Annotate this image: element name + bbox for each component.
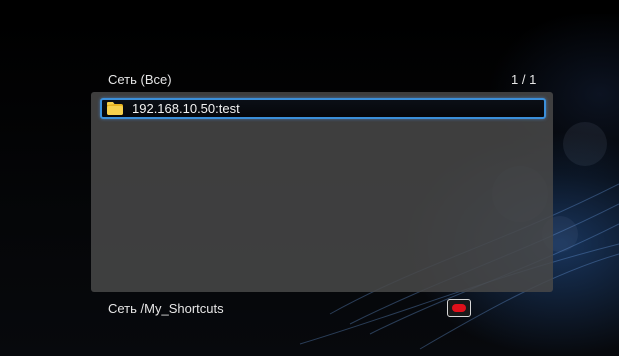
page-indicator: 1 / 1 — [511, 72, 537, 87]
folder-icon — [106, 101, 124, 116]
list-item[interactable]: 192.168.10.50:test — [100, 98, 546, 119]
current-path: Сеть /My_Shortcuts — [108, 301, 224, 316]
page-title: Сеть (Все) — [108, 72, 172, 87]
file-list-panel: 192.168.10.50:test — [91, 92, 553, 292]
top-band — [0, 0, 619, 14]
list-item-label: 192.168.10.50:test — [132, 101, 240, 116]
red-button-dot — [452, 304, 466, 312]
red-button-icon[interactable] — [447, 299, 471, 317]
media-browser-screen: Сеть (Все) 1 / 1 192.168.10.50:test Сеть… — [0, 0, 619, 356]
